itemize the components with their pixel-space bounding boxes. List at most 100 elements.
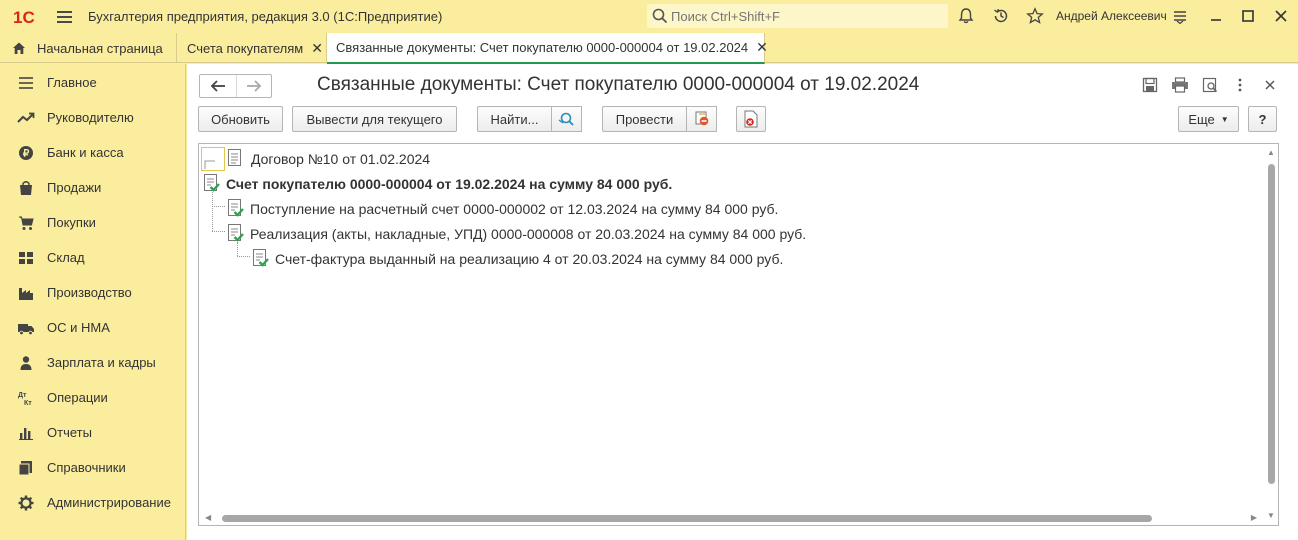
sidebar-item-label: Справочники [47, 460, 126, 475]
close-form-icon[interactable] [1260, 75, 1280, 95]
scroll-down-icon[interactable]: ▼ [1267, 511, 1275, 520]
user-name[interactable]: Андрей Алексеевич [1056, 9, 1167, 23]
sidebar-item-management[interactable]: Руководителю [0, 100, 186, 135]
back-button[interactable] [200, 75, 236, 97]
maximize-icon[interactable] [1238, 6, 1258, 26]
scroll-right-icon[interactable]: ▶ [1251, 513, 1257, 522]
cart-icon [16, 213, 36, 233]
posted-document-icon [227, 198, 247, 220]
coin-icon: ₽ [16, 143, 36, 163]
trend-icon [16, 108, 36, 128]
unpost-button[interactable] [687, 106, 717, 132]
main-panel: Связанные документы: Счет покупателю 000… [187, 64, 1298, 540]
sidebar-item-label: Покупки [47, 215, 96, 230]
sidebar-item-bank[interactable]: ₽ Банк и касса [0, 135, 186, 170]
sidebar-item-label: ОС и НМА [47, 320, 110, 335]
tree-row-current[interactable]: Счет покупателю 0000-000004 от 19.02.202… [203, 171, 672, 196]
menu-lines-icon [16, 73, 36, 93]
search-input[interactable] [671, 8, 941, 24]
refresh-button[interactable]: Обновить [198, 106, 283, 132]
cancel-search-button[interactable] [552, 106, 582, 132]
tree-connector [237, 256, 250, 257]
chevron-down-icon: ▼ [1220, 114, 1229, 124]
tree-row[interactable]: Реализация (акты, накладные, УПД) 0000-0… [227, 221, 806, 246]
sidebar-item-label: Производство [47, 285, 132, 300]
star-icon[interactable] [1025, 6, 1045, 26]
vertical-scroll-thumb[interactable] [1268, 164, 1275, 484]
print-icon[interactable] [1170, 75, 1190, 95]
find-button[interactable]: Найти... [477, 106, 552, 132]
svg-text:Дт: Дт [18, 392, 27, 399]
truck-icon [16, 318, 36, 338]
tree-connector [212, 206, 225, 207]
sidebar-item-payroll[interactable]: Зарплата и кадры [0, 345, 186, 380]
home-icon [11, 40, 27, 56]
logo-1c: 1С [12, 7, 42, 27]
post-button[interactable]: Провести [602, 106, 687, 132]
sidebar-item-directories[interactable]: Справочники [0, 450, 186, 485]
tree-connector [212, 231, 225, 232]
sidebar-item-main[interactable]: Главное [0, 65, 186, 100]
shopping-bag-icon [16, 178, 36, 198]
sidebar-item-label: Отчеты [47, 425, 92, 440]
show-for-current-button[interactable]: Вывести для текущего [292, 106, 457, 132]
tab-home-label: Начальная страница [37, 40, 163, 56]
title-bar: 1С Бухгалтерия предприятия, редакция 3.0… [0, 0, 1298, 33]
tabs-bar: Начальная страница Счета покупателям ✕ С… [0, 33, 1298, 64]
bell-icon[interactable] [956, 6, 976, 26]
more-button-label: Еще [1188, 111, 1215, 127]
sidebar-item-operations[interactable]: Дт Кт Операции [0, 380, 186, 415]
row-selection-marker [201, 146, 225, 171]
more-vertical-icon[interactable] [1230, 75, 1250, 95]
arrow-right-icon [246, 80, 262, 92]
scroll-left-icon[interactable]: ◀ [205, 513, 211, 522]
sidebar-item-sales[interactable]: Продажи [0, 170, 186, 205]
sidebar-item-label: Администрирование [47, 495, 171, 510]
search-box[interactable] [647, 4, 948, 28]
bar-chart-icon [16, 423, 36, 443]
page-title: Связанные документы: Счет покупателю 000… [317, 74, 920, 95]
sidebar-item-production[interactable]: Производство [0, 275, 186, 310]
forward-button[interactable] [235, 75, 272, 97]
sidebar-item-label: Операции [47, 390, 108, 405]
history-icon[interactable] [991, 6, 1011, 26]
close-window-icon[interactable] [1271, 6, 1291, 26]
sidebar-item-fixed-assets[interactable]: ОС и НМА [0, 310, 186, 345]
minimize-icon[interactable] [1206, 6, 1226, 26]
books-icon [16, 458, 36, 478]
tab-customer-invoices-label: Счета покупателям [187, 40, 304, 56]
tab-related-documents[interactable]: Связанные документы: Счет покупателю 000… [327, 33, 768, 64]
tree-row[interactable]: Счет-фактура выданный на реализацию 4 от… [252, 246, 783, 271]
sidebar-item-reports[interactable]: Отчеты [0, 415, 186, 450]
sidebar-item-administration[interactable]: Администрирование [0, 485, 186, 520]
close-tab-icon[interactable]: ✕ [756, 39, 768, 56]
tab-customer-invoices[interactable]: Счета покупателям ✕ [177, 33, 327, 63]
more-button[interactable]: Еще ▼ [1178, 106, 1239, 132]
tree-row[interactable]: Договор №10 от 01.02.2024 [201, 146, 430, 171]
nav-buttons [199, 74, 272, 98]
delete-mark-button[interactable] [736, 106, 766, 132]
logo-text: 1С [13, 8, 35, 27]
horizontal-scroll-thumb[interactable] [222, 515, 1152, 522]
main-menu-icon[interactable] [55, 7, 75, 27]
preview-icon[interactable] [1200, 75, 1220, 95]
sidebar-item-label: Склад [47, 250, 85, 265]
sidebar-item-warehouse[interactable]: Склад [0, 240, 186, 275]
vertical-scrollbar[interactable]: ▲ ▼ [1267, 148, 1275, 520]
tab-home[interactable]: Начальная страница [0, 33, 177, 63]
tree-row-label: Поступление на расчетный счет 0000-00000… [250, 200, 779, 217]
help-button[interactable]: ? [1248, 106, 1277, 132]
posted-document-icon [252, 248, 272, 270]
horizontal-scrollbar[interactable]: ◀ ▶ [205, 513, 1257, 522]
related-documents-tree[interactable]: Договор №10 от 01.02.2024 Счет покупател… [198, 143, 1279, 526]
sidebar-item-purchases[interactable]: Покупки [0, 205, 186, 240]
close-tab-icon[interactable]: ✕ [311, 40, 323, 57]
scroll-up-icon[interactable]: ▲ [1267, 148, 1275, 157]
save-icon[interactable] [1140, 75, 1160, 95]
svg-text:₽: ₽ [23, 148, 30, 159]
settings-menu-icon[interactable] [1170, 6, 1190, 26]
tree-row[interactable]: Поступление на расчетный счет 0000-00000… [227, 196, 778, 221]
unpost-icon [695, 111, 708, 126]
dt-kt-icon: Дт Кт [16, 388, 36, 408]
search-icon [649, 5, 671, 27]
